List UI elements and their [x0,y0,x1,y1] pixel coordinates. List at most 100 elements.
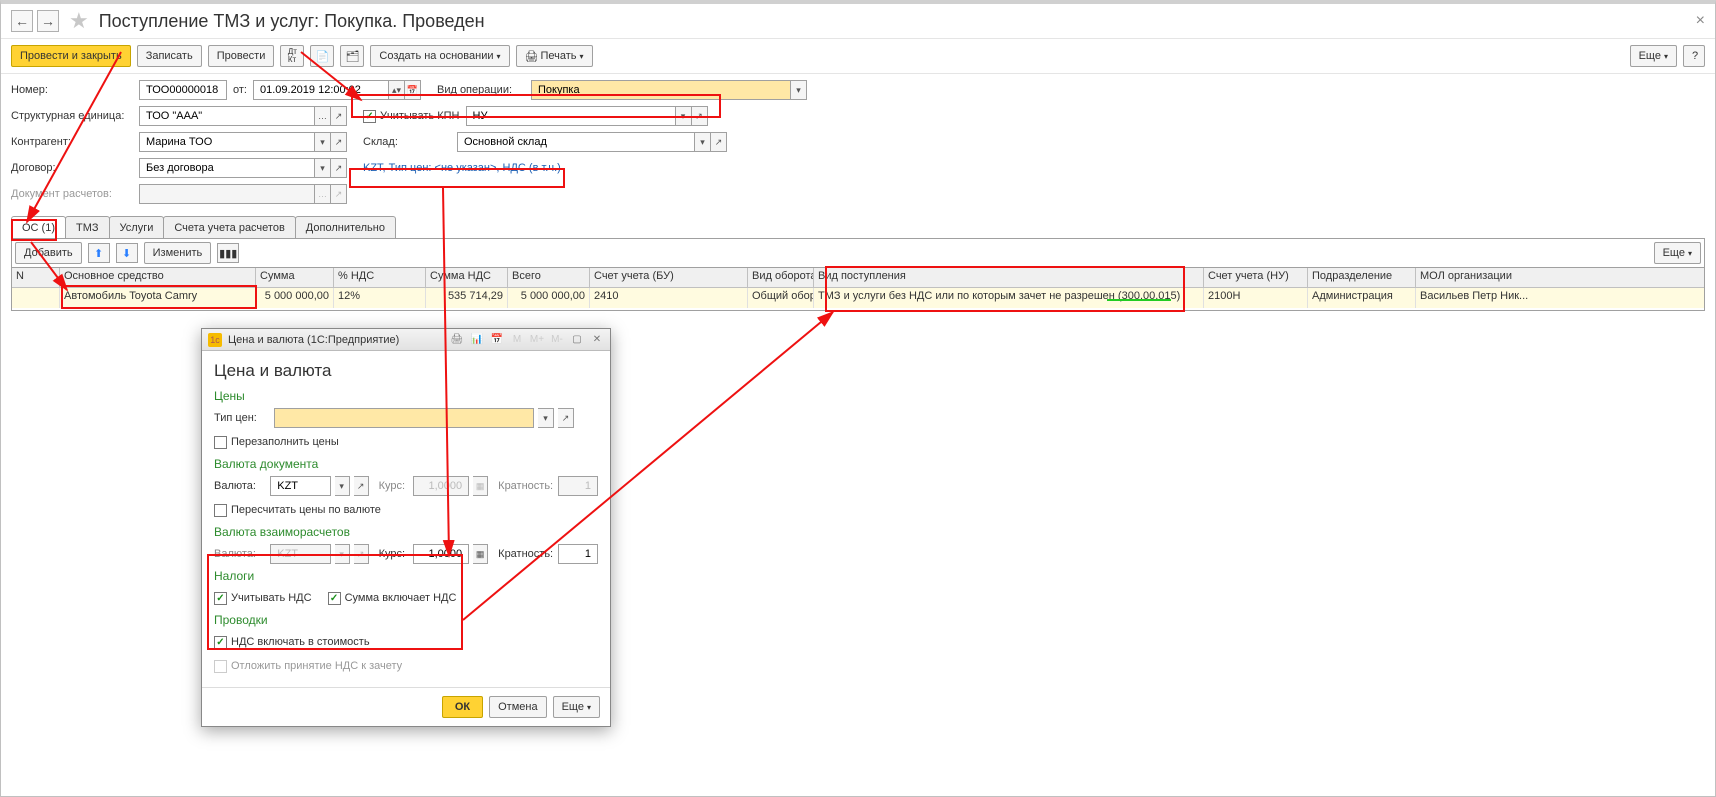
cell-receipt-type: ТМЗ и услуги без НДС или по которым заче… [814,288,1204,308]
print-label: Печать [540,50,576,62]
doc-currency-drop[interactable]: ▾ [335,476,350,496]
popup-print-icon[interactable]: 🖨 [450,333,464,347]
operation-type-select[interactable] [531,80,791,100]
doc-currency-label: Валюта: [214,480,266,492]
calendar-icon[interactable]: 📅 [405,80,421,100]
save-button[interactable]: Записать [137,45,202,67]
nav-back[interactable]: ← [11,10,33,32]
counterparty-field[interactable] [139,132,315,152]
kpn-label: Учитывать КПН [380,110,460,122]
settlement-doc-label: Документ расчетов: [11,188,139,200]
post-and-close-button[interactable]: Провести и закрыть [11,45,131,67]
doc-currency-open[interactable]: ↗ [354,476,369,496]
price-type-field[interactable] [274,408,534,428]
popup-close-icon[interactable]: ✕ [590,333,604,347]
edit-button[interactable]: Изменить [144,242,212,264]
from-label: от: [233,84,247,96]
cell-sum-nds: 535 714,29 [426,288,508,308]
app-icon: 1c [208,333,222,347]
settlement-doc-more: … [315,184,331,204]
add-button[interactable]: Добавить [15,242,82,264]
price-type-link[interactable]: KZT, Тип цен: <не указан>, НДС (в т.ч.) [363,162,561,174]
counterparty-open[interactable]: ↗ [331,132,347,152]
struct-open[interactable]: ↗ [331,106,347,126]
col-sum-nds: Сумма НДС [426,268,508,287]
cancel-button[interactable]: Отмена [489,696,546,718]
operation-type-dropdown[interactable]: ▾ [791,80,807,100]
price-currency-dialog: 1c Цена и валюта (1С:Предприятие) 🖨 📊 📅 … [201,328,611,727]
kpn-checkbox[interactable]: ✓Учитывать КПН [363,110,460,123]
include-nds-label: Учитывать НДС [231,592,312,604]
date-spinner[interactable]: ▴▾ [389,80,405,100]
contract-field[interactable] [139,158,315,178]
store-label: Склад: [363,136,457,148]
settl-mult-field[interactable] [558,544,598,564]
settl-currency-label: Валюта: [214,548,266,560]
barcode-icon[interactable]: ▮▮▮ [217,243,239,263]
cell-sum: 5 000 000,00 [256,288,334,308]
store-field[interactable] [457,132,695,152]
tab-os[interactable]: ОС (1) [11,216,66,238]
cell-nds: 12% [334,288,426,308]
settl-rate-label: Курс: [379,548,409,560]
delay-nds-label: Отложить принятие НДС к зачету [231,660,402,672]
tab-additional[interactable]: Дополнительно [295,216,396,238]
contract-label: Договор: [11,162,139,174]
number-field[interactable] [139,80,227,100]
section-prices: Цены [214,389,598,403]
help-button[interactable]: ? [1683,45,1705,67]
tab-accounts[interactable]: Счета учета расчетов [163,216,295,238]
structure-icon[interactable]: 🗂 [340,45,364,67]
popup-cal-icon[interactable]: 📅 [490,333,504,347]
nds-in-cost-checkbox[interactable]: ✓НДС включать в стоимость [214,636,370,649]
popup-mminus-icon: M- [550,333,564,347]
post-button[interactable]: Провести [208,45,275,67]
settl-rate-calc[interactable]: ▦ [473,544,488,564]
report-icon[interactable]: 📄 [310,45,334,67]
move-down-icon[interactable]: ⬇ [116,243,138,263]
create-based-button[interactable]: Создать на основании [370,45,509,67]
counterparty-dropdown[interactable]: ▾ [315,132,331,152]
cell-responsible: Васильев Петр Ник... [1416,288,1556,308]
struct-more[interactable]: … [315,106,331,126]
grid-more-button[interactable]: Еще [1654,242,1701,264]
tab-services[interactable]: Услуги [109,216,165,238]
more-button[interactable]: Еще [1630,45,1677,67]
close-icon[interactable]: × [1696,12,1705,30]
settl-rate-field[interactable] [413,544,470,564]
refill-checkbox[interactable]: Перезаполнить цены [214,436,339,449]
price-type-open[interactable]: ↗ [558,408,574,428]
ok-button[interactable]: ОК [442,696,483,718]
include-nds-checkbox[interactable]: ✓Учитывать НДС [214,592,312,605]
col-fixed-asset: Основное средство [60,268,256,287]
price-type-label: Тип цен: [214,412,270,424]
store-dropdown[interactable]: ▾ [695,132,711,152]
popup-min-icon[interactable]: ▢ [570,333,584,347]
table-header: N Основное средство Сумма % НДС Сумма НД… [12,268,1704,288]
tab-tmz[interactable]: ТМЗ [65,216,110,238]
nav-forward[interactable]: → [37,10,59,32]
popup-more-button[interactable]: Еще [553,696,600,718]
store-open[interactable]: ↗ [711,132,727,152]
kpn-field[interactable] [466,106,676,126]
popup-calc-icon[interactable]: 📊 [470,333,484,347]
recalc-checkbox[interactable]: Пересчитать цены по валюте [214,504,381,517]
kpn-open[interactable]: ↗ [692,106,708,126]
kpn-dropdown[interactable]: ▾ [676,106,692,126]
struct-field[interactable] [139,106,315,126]
settl-currency-field [270,544,330,564]
table-row[interactable]: Автомобиль Toyota Camry 5 000 000,00 12%… [12,288,1704,308]
recalc-label: Пересчитать цены по валюте [231,504,381,516]
price-type-drop[interactable]: ▾ [538,408,554,428]
date-field[interactable] [253,80,389,100]
delay-nds-checkbox: Отложить принятие НДС к зачету [214,660,402,673]
doc-rate-calc: ▦ [473,476,488,496]
favorite-star-icon[interactable]: ★ [69,8,89,34]
dt-kt-button[interactable]: ДтКт [280,45,304,67]
doc-currency-field[interactable] [270,476,330,496]
contract-dropdown[interactable]: ▾ [315,158,331,178]
contract-open[interactable]: ↗ [331,158,347,178]
sum-includes-nds-checkbox[interactable]: ✓Сумма включает НДС [328,592,457,605]
print-button[interactable]: 🖨Печать [516,45,593,67]
move-up-icon[interactable]: ⬆ [88,243,110,263]
